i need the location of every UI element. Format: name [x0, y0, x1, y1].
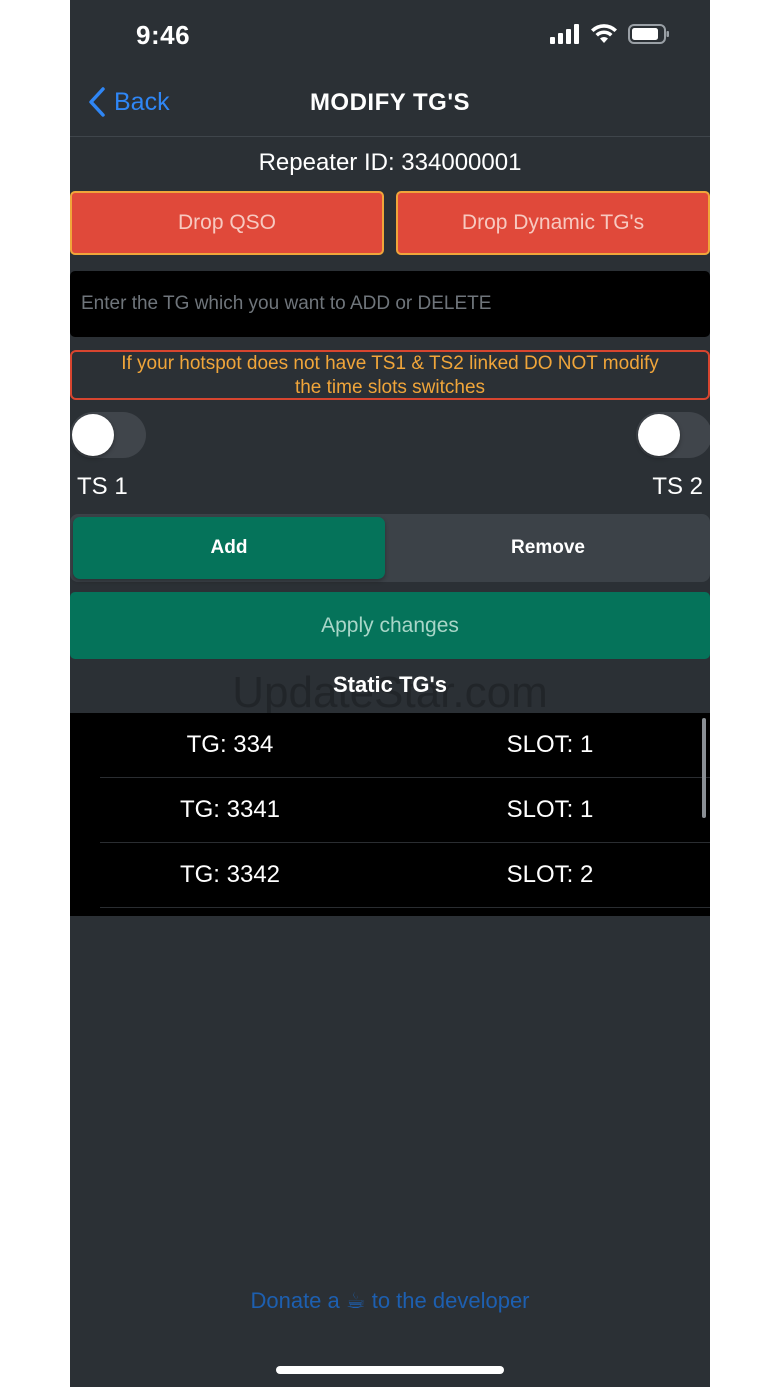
- ts1-toggle-knob: [72, 414, 114, 456]
- home-indicator[interactable]: [276, 1366, 504, 1374]
- battery-icon: [628, 24, 669, 44]
- tg-list-row[interactable]: TG: 3341 SLOT: 1: [100, 778, 710, 843]
- status-time: 9:46: [136, 20, 191, 50]
- ts1-toggle[interactable]: [70, 412, 146, 458]
- timeslot-warning: If your hotspot does not have TS1 & TS2 …: [70, 350, 710, 400]
- remove-segment[interactable]: Remove: [390, 517, 706, 579]
- tg-number: TG: 334: [186, 731, 274, 758]
- drop-qso-button[interactable]: Drop QSO: [70, 191, 384, 255]
- tg-slot: SLOT: 2: [506, 861, 594, 888]
- tg-number: TG: 3341: [179, 796, 281, 823]
- static-tg-list[interactable]: TG: 334 SLOT: 1 TG: 3341 SLOT: 1 TG: 334…: [70, 713, 710, 916]
- donate-text-after: to the developer: [365, 1288, 530, 1313]
- status-icons: [550, 24, 670, 44]
- drop-dynamic-tgs-button[interactable]: Drop Dynamic TG's: [396, 191, 710, 255]
- donate-link[interactable]: Donate a ☕ to the developer: [70, 1288, 710, 1314]
- tg-input[interactable]: [70, 271, 710, 337]
- static-tgs-title: Static TG's: [332, 672, 448, 697]
- cellular-signal-icon: [550, 24, 579, 44]
- warning-line-1: If your hotspot does not have TS1 & TS2 …: [121, 353, 659, 374]
- add-remove-segmented-control: Add Remove: [70, 514, 710, 582]
- phone-screen: 9:46 Back MODIFY TG'S Repeater ID: 33400…: [70, 0, 710, 1387]
- ts2-toggle-knob: [638, 414, 680, 456]
- ts2-label: TS 2: [652, 473, 703, 500]
- list-scrollbar[interactable]: [702, 718, 706, 818]
- tg-number: TG: 3342: [179, 861, 281, 888]
- wifi-icon: [591, 24, 617, 43]
- add-segment[interactable]: Add: [73, 517, 385, 579]
- navigation-bar: Back MODIFY TG'S: [70, 74, 710, 137]
- warning-line-2: the time slots switches: [294, 377, 486, 398]
- apply-changes-button[interactable]: Apply changes: [70, 592, 710, 659]
- donate-text-before: Donate a: [250, 1288, 346, 1313]
- tg-list-row[interactable]: TG: 3342 SLOT: 2: [100, 843, 710, 908]
- tg-slot: SLOT: 1: [506, 731, 594, 758]
- tg-slot: SLOT: 1: [506, 796, 594, 823]
- tg-list-row[interactable]: TG: 334 SLOT: 1: [100, 713, 710, 778]
- repeater-id-label: Repeater ID: 334000001: [258, 149, 522, 176]
- page-title: MODIFY TG'S: [309, 89, 471, 116]
- coffee-icon: ☕: [345, 1288, 366, 1313]
- ts2-toggle[interactable]: [636, 412, 710, 458]
- ts1-label: TS 1: [77, 473, 128, 500]
